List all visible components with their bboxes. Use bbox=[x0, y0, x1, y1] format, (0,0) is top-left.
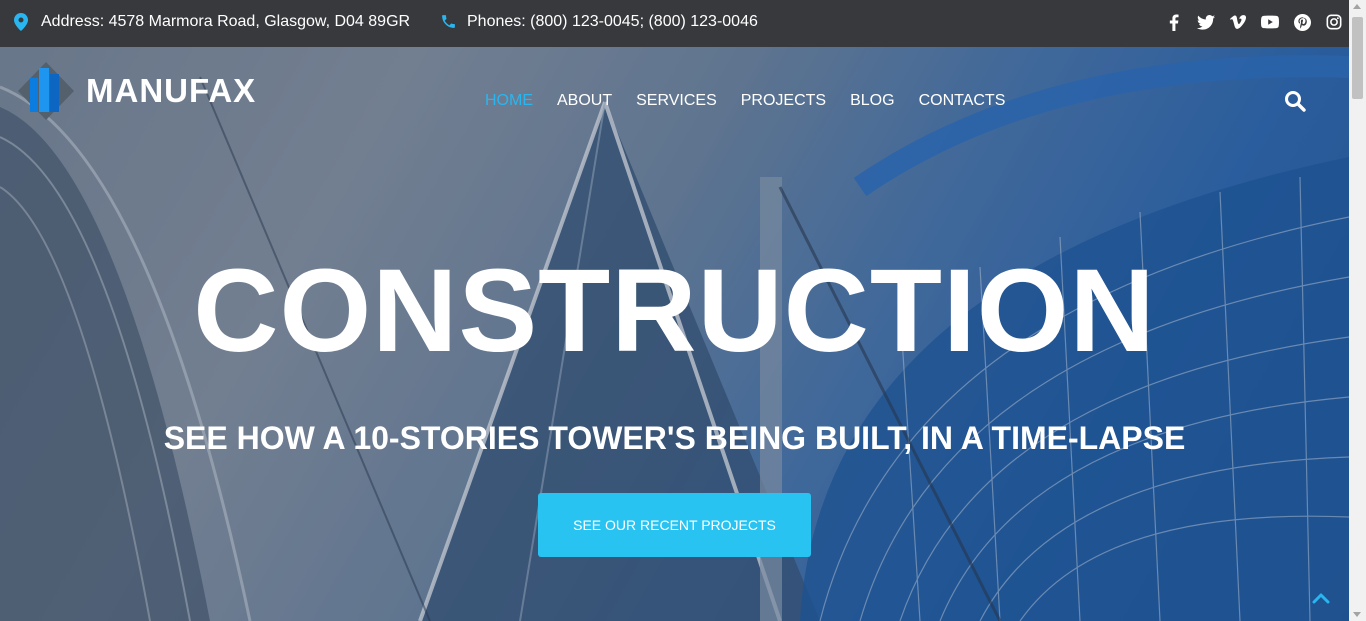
phone-info: Phones: (800) 123-0045; (800) 123-0046 bbox=[440, 13, 758, 31]
site-logo[interactable]: MANUFAX bbox=[16, 58, 256, 124]
twitter-icon[interactable] bbox=[1197, 13, 1215, 31]
building-logo-icon bbox=[16, 58, 76, 124]
scrollbar-thumb[interactable] bbox=[1352, 17, 1363, 99]
social-links bbox=[1151, 13, 1343, 31]
nav-projects[interactable]: PROJECTS bbox=[741, 92, 826, 110]
facebook-icon[interactable] bbox=[1165, 13, 1183, 31]
top-info-bar: Address: 4578 Marmora Road, Glasgow, D04… bbox=[0, 0, 1349, 47]
phone-icon bbox=[440, 13, 456, 31]
address-text: Address: 4578 Marmora Road, Glasgow, D04… bbox=[41, 13, 411, 30]
nav-services[interactable]: SERVICES bbox=[636, 92, 717, 110]
vimeo-icon[interactable] bbox=[1229, 13, 1247, 31]
phone-text: Phones: (800) 123-0045; (800) 123-0046 bbox=[467, 13, 758, 30]
hero-subheadline: SEE HOW A 10-STORIES TOWER'S BEING BUILT… bbox=[163, 420, 1186, 456]
main-navigation: HOME ABOUT SERVICES PROJECTS BLOG CONTAC… bbox=[485, 92, 1029, 110]
nav-home[interactable]: HOME bbox=[485, 92, 533, 110]
nav-contacts[interactable]: CONTACTS bbox=[919, 92, 1006, 110]
map-pin-icon bbox=[14, 13, 30, 31]
scroll-up-arrow-icon[interactable] bbox=[1353, 4, 1361, 9]
hero-headline: CONSTRUCTION bbox=[193, 245, 1156, 377]
instagram-icon[interactable] bbox=[1325, 13, 1343, 31]
nav-blog[interactable]: BLOG bbox=[850, 92, 894, 110]
scroll-to-top-icon[interactable] bbox=[1311, 590, 1331, 606]
pinterest-icon[interactable] bbox=[1293, 13, 1311, 31]
page-scrollbar[interactable] bbox=[1349, 0, 1366, 621]
brand-name: MANUFAX bbox=[86, 72, 257, 109]
scroll-down-arrow-icon[interactable] bbox=[1353, 612, 1361, 617]
nav-about[interactable]: ABOUT bbox=[557, 92, 612, 110]
youtube-icon[interactable] bbox=[1261, 13, 1279, 31]
address-info: Address: 4578 Marmora Road, Glasgow, D04… bbox=[14, 13, 410, 31]
search-icon[interactable] bbox=[1284, 90, 1306, 112]
see-recent-projects-button[interactable]: SEE OUR RECENT PROJECTS bbox=[538, 493, 811, 557]
